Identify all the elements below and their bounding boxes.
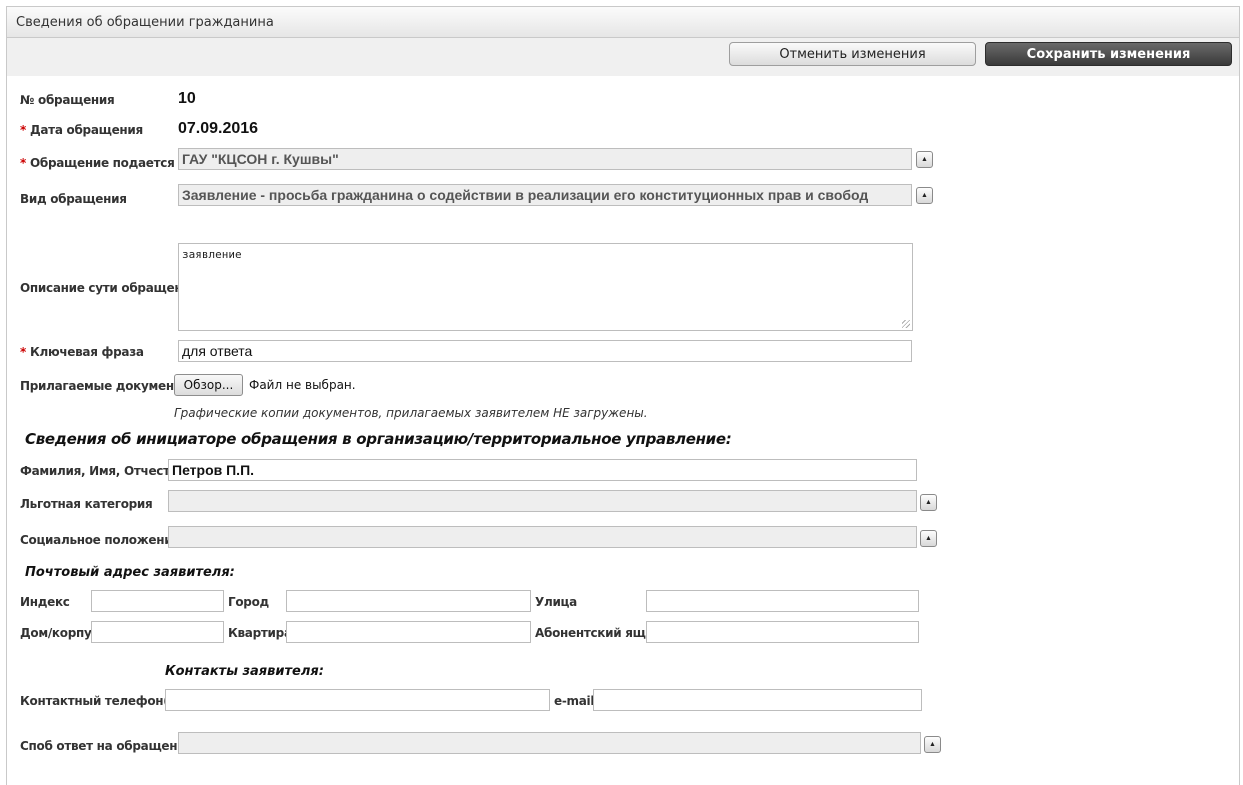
description-value: заявление bbox=[182, 248, 242, 261]
browse-button[interactable]: Обзор... bbox=[174, 374, 243, 396]
panel-title: Сведения об обращении гражданина bbox=[16, 15, 274, 30]
appeal-date-label: * Дата обращения bbox=[20, 123, 143, 137]
required-asterisk: * bbox=[20, 156, 26, 170]
submitted-to-label-text: Обращение подается в bbox=[29, 156, 186, 170]
cancel-changes-button[interactable]: Отменить изменения bbox=[729, 42, 976, 66]
city-input[interactable] bbox=[286, 590, 531, 612]
submitted-to-value: ГАУ "КЦСОН г. Кушвы" bbox=[182, 151, 339, 167]
attachments-label: Прилагаемые документы bbox=[20, 379, 192, 393]
submitted-to-select[interactable]: ГАУ "КЦСОН г. Кушвы" bbox=[178, 148, 912, 170]
index-input[interactable] bbox=[91, 590, 224, 612]
attachments-note: Графические копии документов, прилагаемы… bbox=[174, 406, 648, 420]
contacts-title: Контакты заявителя: bbox=[165, 664, 324, 679]
phone-input[interactable] bbox=[165, 689, 550, 711]
appeal-date-value: 07.09.2016 bbox=[178, 120, 259, 137]
benefit-category-label: Льготная категория bbox=[20, 497, 153, 511]
description-label: Описание сути обращения bbox=[20, 281, 198, 295]
email-label: e-mail bbox=[554, 694, 595, 708]
city-label: Город bbox=[228, 595, 269, 609]
index-label: Индекс bbox=[20, 595, 70, 609]
submitted-to-label: * Обращение подается в bbox=[20, 156, 186, 170]
keyphrase-label: * Ключевая фраза bbox=[20, 345, 144, 359]
apartment-label: Квартира bbox=[228, 626, 292, 640]
benefit-category-dropdown-icon[interactable]: ▲ bbox=[920, 494, 937, 511]
fio-label: Фамилия, Имя, Отчество bbox=[20, 464, 185, 478]
appeal-type-select[interactable]: Заявление - просьба гражданина о содейст… bbox=[178, 184, 912, 206]
initiator-section-title: Сведения об инициаторе обращения в орган… bbox=[25, 430, 732, 448]
required-asterisk: * bbox=[20, 123, 26, 137]
keyphrase-value: для ответа bbox=[182, 343, 253, 359]
reply-method-select[interactable] bbox=[178, 732, 921, 754]
benefit-category-select[interactable] bbox=[168, 490, 917, 512]
email-input[interactable] bbox=[593, 689, 922, 711]
social-status-dropdown-icon[interactable]: ▲ bbox=[920, 530, 937, 547]
file-status: Файл не выбран. bbox=[249, 378, 356, 392]
postal-address-title: Почтовый адрес заявителя: bbox=[25, 565, 235, 580]
appeal-type-label: Вид обращения bbox=[20, 192, 127, 206]
required-asterisk: * bbox=[20, 345, 26, 359]
description-textarea[interactable]: заявление bbox=[178, 243, 913, 331]
reply-method-label: Споб ответ на обращение bbox=[20, 739, 194, 753]
street-label: Улица bbox=[535, 595, 577, 609]
submitted-to-dropdown-icon[interactable]: ▲ bbox=[916, 151, 933, 168]
street-input[interactable] bbox=[646, 590, 919, 612]
house-input[interactable] bbox=[91, 621, 224, 643]
resize-grip-icon[interactable] bbox=[902, 320, 910, 328]
appeal-number-label: № обращения bbox=[20, 93, 115, 107]
panel-header: Сведения об обращении гражданина bbox=[7, 7, 1239, 38]
appeal-date-label-text: Дата обращения bbox=[29, 123, 143, 137]
social-status-label: Социальное положение bbox=[20, 533, 181, 547]
pobox-label: Абонентский ящик bbox=[535, 626, 662, 640]
fio-input[interactable]: Петров П.П. bbox=[168, 459, 917, 481]
toolbar: Отменить изменения Сохранить изменения bbox=[7, 38, 1239, 76]
phone-label: Контактный телефон(ы) bbox=[20, 694, 185, 708]
appeal-type-dropdown-icon[interactable]: ▲ bbox=[916, 187, 933, 204]
keyphrase-input[interactable]: для ответа bbox=[178, 340, 912, 362]
appeal-type-value: Заявление - просьба гражданина о содейст… bbox=[182, 187, 869, 203]
pobox-input[interactable] bbox=[646, 621, 919, 643]
save-changes-button[interactable]: Сохранить изменения bbox=[985, 42, 1232, 66]
appeal-number-value: 10 bbox=[178, 90, 196, 107]
apartment-input[interactable] bbox=[286, 621, 531, 643]
reply-method-dropdown-icon[interactable]: ▲ bbox=[924, 736, 941, 753]
fio-value: Петров П.П. bbox=[172, 462, 255, 478]
keyphrase-label-text: Ключевая фраза bbox=[29, 345, 144, 359]
house-label: Дом/корпус bbox=[20, 626, 99, 640]
social-status-select[interactable] bbox=[168, 526, 917, 548]
